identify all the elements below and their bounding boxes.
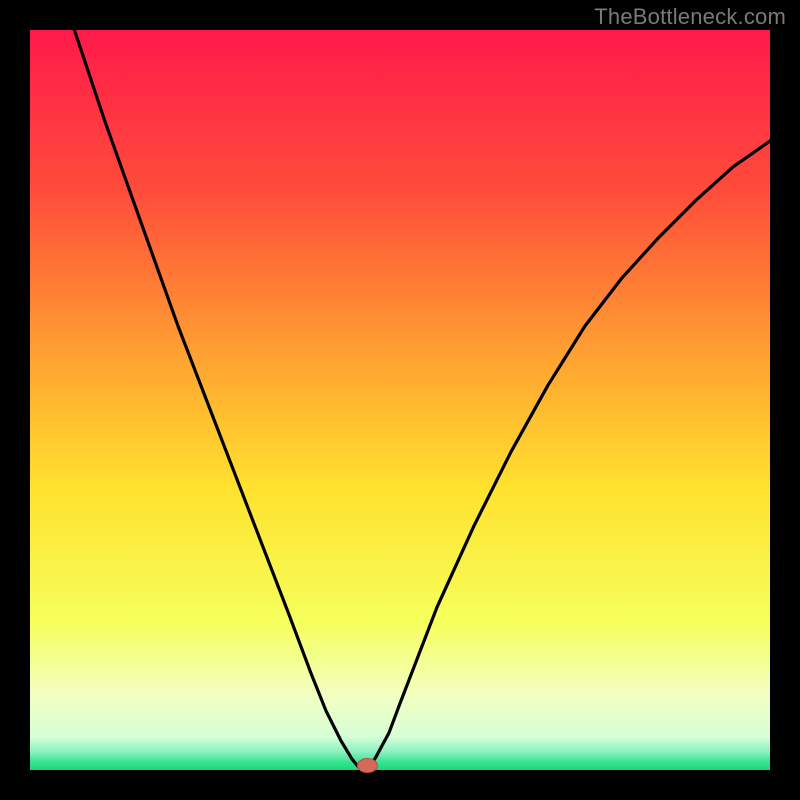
chart-frame: TheBottleneck.com xyxy=(0,0,800,800)
bottleneck-chart xyxy=(0,0,800,800)
plot-background xyxy=(30,30,770,770)
optimal-point-marker xyxy=(357,759,377,773)
watermark-text: TheBottleneck.com xyxy=(594,4,786,30)
